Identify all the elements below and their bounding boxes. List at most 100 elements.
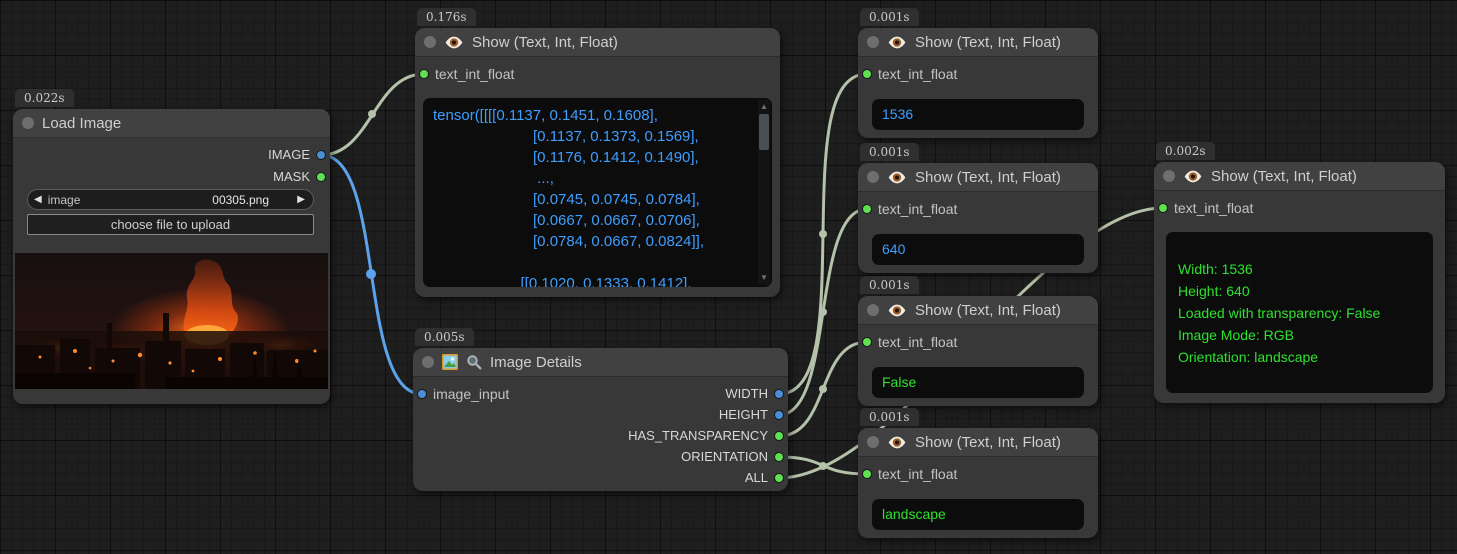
collapse-dot[interactable] — [1163, 170, 1175, 182]
tensor-text: tensor([[[[0.1137, 0.1451, 0.1608], [0.1… — [423, 98, 772, 287]
input-port-text-int-float[interactable] — [862, 204, 872, 214]
collapse-dot[interactable] — [867, 36, 879, 48]
collapse-dot[interactable] — [422, 356, 434, 368]
image-file-combo[interactable]: ◀ image 00305.png ▶ — [27, 189, 314, 210]
details-text-area[interactable]: Width: 1536 Height: 640 Loaded with tran… — [1166, 232, 1433, 393]
node-title: Show (Text, Int, Float) — [915, 34, 1061, 51]
input-label: text_int_float — [435, 67, 514, 81]
node-titlebar[interactable]: Show (Text, Int, Float) — [858, 428, 1098, 457]
node-titlebar[interactable]: Show (Text, Int, Float) — [1154, 162, 1445, 191]
node-title: Image Details — [490, 354, 582, 371]
output-label: MASK — [273, 170, 310, 184]
output-label: WIDTH — [725, 387, 768, 401]
wire-dot — [368, 110, 376, 118]
wire-dot — [366, 269, 376, 279]
node-show-tensor[interactable]: 0.176s Show (Text, Int, Float) text_int_… — [415, 28, 780, 297]
output-port-image[interactable] — [316, 150, 326, 160]
input-port-image-input[interactable] — [417, 389, 427, 399]
value-text: False — [872, 367, 1084, 398]
input-port-text-int-float[interactable] — [419, 69, 429, 79]
output-port-mask[interactable] — [316, 172, 326, 182]
eye-icon — [887, 435, 907, 450]
eye-icon — [887, 170, 907, 185]
value-text: landscape — [872, 499, 1084, 530]
input-port-text-int-float[interactable] — [862, 469, 872, 479]
scrollbar[interactable]: ▲ ▼ — [758, 100, 770, 285]
eye-icon — [887, 35, 907, 50]
value-text: 640 — [872, 234, 1084, 265]
output-port-width[interactable] — [774, 389, 784, 399]
node-titlebar[interactable]: Show (Text, Int, Float) — [858, 28, 1098, 57]
collapse-dot[interactable] — [867, 304, 879, 316]
input-label: text_int_float — [878, 335, 957, 349]
magnifier-icon — [466, 354, 482, 370]
node-titlebar[interactable]: Image Details — [413, 348, 788, 377]
node-load-image[interactable]: 0.022s Load Image IMAGE MASK ◀ image 003… — [13, 109, 330, 404]
output-label: HEIGHT — [719, 408, 768, 422]
node-show-transparency[interactable]: 0.001s Show (Text, Int, Float) text_int_… — [858, 296, 1098, 406]
input-port-text-int-float[interactable] — [1158, 203, 1168, 213]
node-title: Show (Text, Int, Float) — [1211, 168, 1357, 185]
value-box[interactable]: landscape — [872, 499, 1084, 530]
eye-icon — [444, 35, 464, 50]
value-box[interactable]: 640 — [872, 234, 1084, 265]
node-title: Show (Text, Int, Float) — [915, 434, 1061, 451]
execution-time-badge: 0.005s — [415, 328, 474, 346]
execution-time-badge: 0.001s — [860, 8, 919, 26]
output-label: ALL — [745, 471, 768, 485]
execution-time-badge: 0.001s — [860, 143, 919, 161]
wire-dot — [819, 385, 827, 393]
eye-icon — [887, 303, 907, 318]
collapse-dot[interactable] — [424, 36, 436, 48]
combo-next-icon[interactable]: ▶ — [291, 195, 311, 205]
node-show-width[interactable]: 0.001s Show (Text, Int, Float) text_int_… — [858, 28, 1098, 138]
node-title: Show (Text, Int, Float) — [472, 34, 618, 51]
image-preview-burning-city — [15, 253, 328, 389]
collapse-dot[interactable] — [867, 436, 879, 448]
node-show-orientation[interactable]: 0.001s Show (Text, Int, Float) text_int_… — [858, 428, 1098, 538]
node-image-details[interactable]: 0.005s Image Details image_input WIDTH H… — [413, 348, 788, 491]
execution-time-badge: 0.022s — [15, 89, 74, 107]
execution-time-badge: 0.176s — [417, 8, 476, 26]
input-port-text-int-float[interactable] — [862, 337, 872, 347]
node-show-all[interactable]: 0.002s Show (Text, Int, Float) text_int_… — [1154, 162, 1445, 403]
output-port-orientation[interactable] — [774, 452, 784, 462]
combo-prev-icon[interactable]: ◀ — [28, 195, 48, 205]
output-label: HAS_TRANSPARENCY — [628, 429, 768, 443]
output-port-all[interactable] — [774, 473, 784, 483]
input-label: text_int_float — [878, 467, 957, 481]
choose-file-button[interactable]: choose file to upload — [27, 214, 314, 235]
execution-time-badge: 0.002s — [1156, 142, 1215, 160]
value-box[interactable]: False — [872, 367, 1084, 398]
input-label: text_int_float — [1174, 201, 1253, 215]
node-graph-canvas[interactable]: 0.022s Load Image IMAGE MASK ◀ image 003… — [0, 0, 1457, 554]
node-titlebar[interactable]: Show (Text, Int, Float) — [858, 296, 1098, 325]
image-icon — [442, 354, 458, 370]
input-label: text_int_float — [878, 202, 957, 216]
combo-label: image — [48, 193, 81, 207]
node-title: Show (Text, Int, Float) — [915, 169, 1061, 186]
scroll-down-icon[interactable]: ▼ — [758, 273, 770, 283]
value-text: 1536 — [872, 99, 1084, 130]
node-titlebar[interactable]: Show (Text, Int, Float) — [858, 163, 1098, 192]
wire-dot — [819, 230, 827, 238]
value-box[interactable]: 1536 — [872, 99, 1084, 130]
scroll-up-icon[interactable]: ▲ — [758, 102, 770, 112]
execution-time-badge: 0.001s — [860, 408, 919, 426]
input-label: image_input — [433, 387, 509, 401]
combo-value: 00305.png — [212, 193, 269, 207]
output-port-height[interactable] — [774, 410, 784, 420]
output-port-has-transparency[interactable] — [774, 431, 784, 441]
node-titlebar[interactable]: Show (Text, Int, Float) — [415, 28, 780, 57]
tensor-text-area[interactable]: tensor([[[[0.1137, 0.1451, 0.1608], [0.1… — [423, 98, 772, 287]
collapse-dot[interactable] — [867, 171, 879, 183]
scrollbar-thumb[interactable] — [759, 114, 769, 150]
eye-icon — [1183, 169, 1203, 184]
input-port-text-int-float[interactable] — [862, 69, 872, 79]
node-title: Show (Text, Int, Float) — [915, 302, 1061, 319]
input-label: text_int_float — [878, 67, 957, 81]
wire-dot — [819, 308, 827, 316]
node-titlebar[interactable]: Load Image — [13, 109, 330, 138]
collapse-dot[interactable] — [22, 117, 34, 129]
node-show-height[interactable]: 0.001s Show (Text, Int, Float) text_int_… — [858, 163, 1098, 273]
